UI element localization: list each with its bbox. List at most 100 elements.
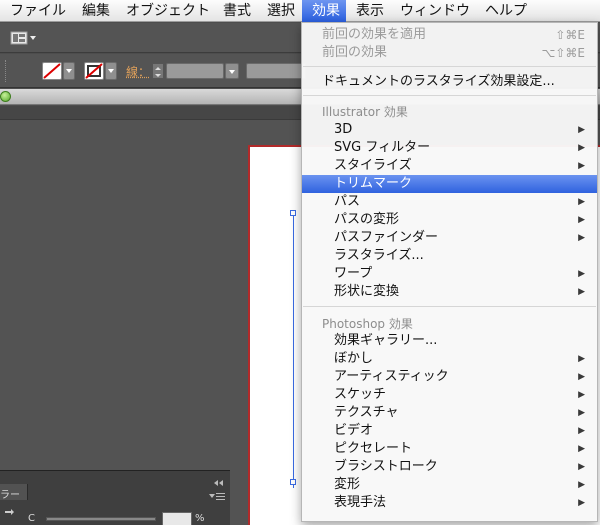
color-panel: ラー C % bbox=[0, 470, 230, 525]
menu-item-video[interactable]: ビデオ ▶ bbox=[302, 422, 597, 440]
submenu-arrow-icon: ▶ bbox=[578, 462, 585, 472]
arrange-documents-button[interactable] bbox=[10, 30, 38, 46]
submenu-arrow-icon: ▶ bbox=[578, 480, 585, 490]
no-stroke-icon bbox=[85, 63, 103, 79]
fill-swatch[interactable] bbox=[42, 62, 62, 80]
menu-edit[interactable]: 編集 bbox=[80, 0, 116, 22]
menu-item-effect-gallery[interactable]: 効果ギャラリー... bbox=[302, 332, 597, 350]
panel-menu-icon bbox=[209, 493, 225, 500]
menu-item-brush-strokes[interactable]: ブラシストローク ▶ bbox=[302, 458, 597, 476]
menu-item-last-effect[interactable]: 前回の効果 ⌥⇧⌘E bbox=[302, 44, 597, 62]
chevron-down-icon bbox=[229, 70, 235, 74]
menu-item-trim-marks[interactable]: トリムマーク bbox=[302, 175, 597, 193]
submenu-arrow-icon: ▶ bbox=[578, 143, 585, 153]
menu-item-label: 形状に変換 bbox=[334, 284, 400, 299]
menu-item-label: ビデオ bbox=[334, 423, 374, 438]
zoom-window-button[interactable] bbox=[0, 91, 11, 102]
menu-item-document-raster-settings[interactable]: ドキュメントのラスタライズ効果設定... bbox=[302, 73, 597, 91]
stroke-label[interactable]: 線： bbox=[126, 63, 150, 80]
menu-item-stylize-photoshop[interactable]: 表現手法 ▶ bbox=[302, 494, 597, 512]
menu-item-label: ドキュメントのラスタライズ効果設定... bbox=[322, 74, 555, 89]
variable-width-profile[interactable] bbox=[246, 63, 306, 79]
menu-item-warp[interactable]: ワープ ▶ bbox=[302, 265, 597, 283]
menu-section-header-photoshop: Photoshop 効果 bbox=[322, 317, 413, 331]
stroke-weight-dropdown[interactable] bbox=[225, 63, 239, 79]
menu-item-label: 表現手法 bbox=[334, 495, 387, 510]
chevron-down-icon bbox=[66, 69, 72, 73]
menu-item-svg-filter[interactable]: SVG フィルター ▶ bbox=[302, 139, 597, 157]
menu-item-blur[interactable]: ぼかし ▶ bbox=[302, 350, 597, 368]
layout-icon bbox=[10, 31, 36, 45]
effect-menu: 前回の効果を適用 ⇧⌘E 前回の効果 ⌥⇧⌘E ドキュメントのラスタライズ効果設… bbox=[301, 22, 598, 522]
menu-item-distort-transform[interactable]: パスの変形 ▶ bbox=[302, 211, 597, 229]
menu-item-label: ぼかし bbox=[334, 351, 374, 366]
menu-item-label: パスの変形 bbox=[334, 212, 400, 227]
menu-item-texture[interactable]: テクスチャ ▶ bbox=[302, 404, 597, 422]
menu-item-label: ワープ bbox=[334, 266, 373, 281]
menu-type[interactable]: 書式 bbox=[221, 0, 257, 22]
swap-color-icon[interactable] bbox=[3, 505, 15, 517]
menu-item-label: アーティスティック bbox=[334, 369, 449, 384]
color-panel-tab[interactable]: ラー bbox=[0, 484, 28, 501]
menu-item-sketch[interactable]: スケッチ ▶ bbox=[302, 386, 597, 404]
stroke-weight-input[interactable] bbox=[166, 63, 224, 79]
c-channel-input[interactable] bbox=[162, 512, 192, 525]
menu-item-apply-last-effect[interactable]: 前回の効果を適用 ⇧⌘E bbox=[302, 26, 597, 44]
menu-item-pathfinder[interactable]: パスファインダー ▶ bbox=[302, 229, 597, 247]
grip-icon bbox=[5, 60, 9, 82]
submenu-arrow-icon: ▶ bbox=[578, 408, 585, 418]
menu-window[interactable]: ウィンドウ bbox=[398, 0, 478, 22]
menu-item-label: 変形 bbox=[334, 477, 361, 492]
menu-item-label: 前回の効果を適用 bbox=[322, 27, 427, 42]
c-channel-slider[interactable] bbox=[46, 517, 156, 521]
menu-item-label: トリムマーク bbox=[334, 176, 413, 191]
menu-view[interactable]: 表示 bbox=[354, 0, 390, 22]
stepper-icon bbox=[155, 67, 161, 77]
submenu-arrow-icon: ▶ bbox=[578, 197, 585, 207]
selection-handle-bottom-left[interactable] bbox=[290, 479, 296, 485]
menu-item-label: ピクセレート bbox=[334, 441, 413, 456]
menu-item-label: SVG フィルター bbox=[334, 140, 431, 155]
menu-item-label: パスファインダー bbox=[334, 230, 439, 245]
menu-select[interactable]: 選択 bbox=[265, 0, 301, 22]
panel-menu-button[interactable] bbox=[208, 487, 226, 500]
menu-item-label: 前回の効果 bbox=[322, 45, 388, 60]
submenu-arrow-icon: ▶ bbox=[578, 390, 585, 400]
selection-handle-top-left[interactable] bbox=[290, 210, 296, 216]
menu-effect[interactable]: 効果 bbox=[302, 0, 346, 22]
menu-item-convert-to-shape[interactable]: 形状に変換 ▶ bbox=[302, 283, 597, 301]
submenu-arrow-icon: ▶ bbox=[578, 426, 585, 436]
menu-item-artistic[interactable]: アーティスティック ▶ bbox=[302, 368, 597, 386]
color-panel-tab-label: ラー bbox=[0, 490, 20, 501]
menu-object[interactable]: オブジェクト bbox=[124, 0, 218, 22]
menu-item-label: スタイライズ bbox=[334, 158, 412, 173]
menu-item-label: ブラシストローク bbox=[334, 459, 438, 474]
menu-item-distort[interactable]: 変形 ▶ bbox=[302, 476, 597, 494]
menu-item-3d[interactable]: 3D ▶ bbox=[302, 121, 597, 139]
stroke-swatch[interactable] bbox=[84, 62, 104, 80]
submenu-arrow-icon: ▶ bbox=[578, 233, 585, 243]
menu-item-label: 効果ギャラリー... bbox=[334, 333, 438, 348]
menu-item-stylize[interactable]: スタイライズ ▶ bbox=[302, 157, 597, 175]
menu-item-rasterize[interactable]: ラスタライズ... bbox=[302, 247, 597, 265]
submenu-arrow-icon: ▶ bbox=[578, 287, 585, 297]
fill-dropdown[interactable] bbox=[63, 62, 75, 80]
menu-separator bbox=[303, 306, 596, 307]
menu-item-label: スケッチ bbox=[334, 387, 387, 402]
submenu-arrow-icon: ▶ bbox=[578, 354, 585, 364]
menu-bar: ファイル 編集 オブジェクト 書式 選択 効果 表示 ウィンドウ ヘルプ bbox=[0, 0, 600, 22]
menu-item-pixelate[interactable]: ピクセレート ▶ bbox=[302, 440, 597, 458]
menu-item-path[interactable]: パス ▶ bbox=[302, 193, 597, 211]
menu-item-label: テクスチャ bbox=[334, 405, 399, 420]
menu-section-header-illustrator: Illustrator 効果 bbox=[322, 105, 408, 119]
submenu-arrow-icon: ▶ bbox=[578, 161, 585, 171]
menu-help[interactable]: ヘルプ bbox=[483, 0, 543, 22]
submenu-arrow-icon: ▶ bbox=[578, 372, 585, 382]
panel-collapse-button[interactable] bbox=[212, 473, 226, 486]
stroke-dropdown[interactable] bbox=[105, 62, 117, 80]
menu-item-label: パス bbox=[334, 194, 361, 209]
stroke-weight-stepper[interactable] bbox=[152, 63, 164, 79]
menu-separator bbox=[303, 66, 596, 67]
c-percent-label: % bbox=[195, 513, 205, 524]
menu-file[interactable]: ファイル bbox=[6, 0, 76, 22]
